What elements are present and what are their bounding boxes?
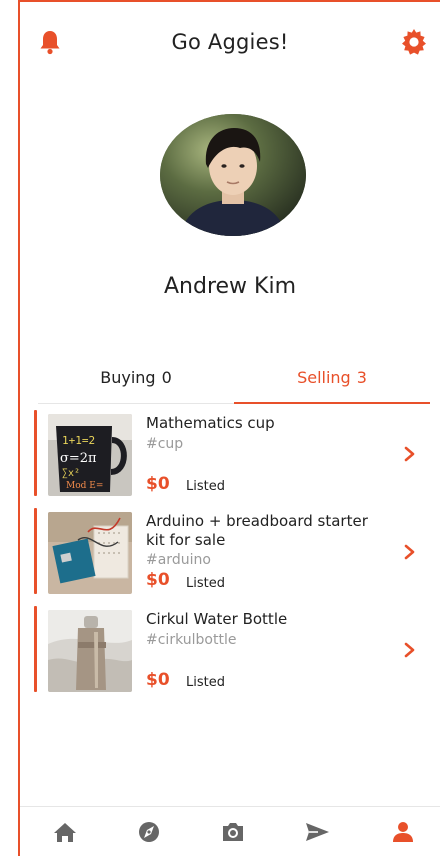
- tab-buying[interactable]: Buying 0: [38, 364, 234, 404]
- chevron-right-icon[interactable]: [404, 642, 416, 658]
- listing-title: Mathematics cup: [146, 414, 275, 432]
- app-frame: Go Aggies! Andrew Kim Buying 0 Selling 3…: [18, 0, 440, 856]
- gear-icon[interactable]: [401, 29, 427, 55]
- svg-text:σ=2π: σ=2π: [60, 451, 97, 466]
- svg-text:1+1=2: 1+1=2: [62, 434, 95, 447]
- listing-price: $0: [146, 570, 170, 590]
- listing-tag: #cirkulbottle: [146, 632, 237, 648]
- tab-selling[interactable]: Selling 3: [234, 364, 430, 404]
- chevron-right-icon[interactable]: [404, 446, 416, 462]
- listing-thumbnail: [48, 610, 132, 692]
- listing-accent-bar: [34, 606, 37, 692]
- listing-accent-bar: [34, 410, 37, 496]
- bottom-nav: [20, 806, 440, 856]
- svg-text:Mod E=: Mod E=: [66, 481, 103, 491]
- listing-item[interactable]: Cirkul Water Bottle #cirkulbottle $0 Lis…: [34, 606, 430, 696]
- profile-name: Andrew Kim: [163, 274, 296, 299]
- header: Go Aggies!: [20, 2, 440, 82]
- tab-buying-count: 0: [161, 368, 172, 387]
- listing-status: Listed: [186, 479, 225, 494]
- listing-status: Listed: [186, 576, 225, 591]
- svg-text:∑x²: ∑x²: [62, 468, 80, 479]
- home-icon[interactable]: [52, 821, 78, 843]
- listing-title: Arduino + breadboard starter kit for sal…: [146, 512, 368, 549]
- listing-thumbnail: 1+1=2 σ=2π ∑x² Mod E=: [48, 414, 132, 496]
- chevron-right-icon[interactable]: [404, 544, 416, 560]
- listing-title: Cirkul Water Bottle: [146, 610, 288, 628]
- listing-thumbnail: [48, 512, 132, 594]
- listing-accent-bar: [34, 508, 37, 594]
- send-icon[interactable]: [304, 821, 330, 843]
- listing-price: $0: [146, 670, 170, 690]
- page-title: Go Aggies!: [171, 30, 289, 54]
- tab-bar: Buying 0 Selling 3: [38, 364, 430, 404]
- camera-icon[interactable]: [220, 821, 246, 843]
- compass-icon[interactable]: [136, 821, 162, 843]
- listing-tag: #cup: [146, 436, 184, 452]
- tab-selling-label: Selling: [297, 368, 351, 387]
- tab-buying-label: Buying: [100, 368, 156, 387]
- listing-item[interactable]: Arduino + breadboard starter kit for sal…: [34, 508, 430, 598]
- listing-item[interactable]: 1+1=2 σ=2π ∑x² Mod E= Mathematics cup #c…: [34, 410, 430, 500]
- listing-price: $0: [146, 474, 170, 494]
- person-icon[interactable]: [390, 821, 416, 843]
- tab-selling-count: 3: [356, 368, 367, 387]
- listing-status: Listed: [186, 675, 225, 690]
- listing-tag: #arduino: [146, 552, 211, 568]
- avatar[interactable]: [160, 114, 306, 236]
